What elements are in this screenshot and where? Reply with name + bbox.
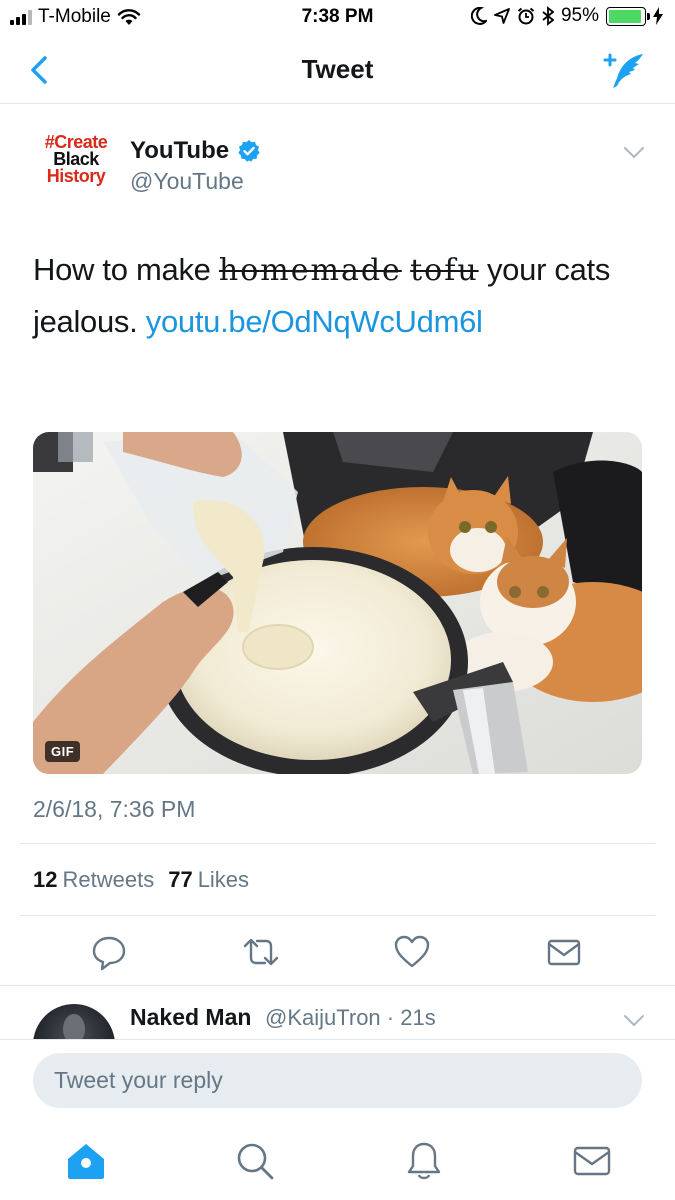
chevron-down-icon[interactable] bbox=[623, 1014, 645, 1028]
battery-percent: 95% bbox=[560, 5, 599, 26]
retweets-label: Retweets bbox=[62, 867, 155, 892]
divider bbox=[20, 915, 655, 916]
tweet-gif-media[interactable]: GIF bbox=[33, 432, 642, 774]
author-name-text: YouTube bbox=[130, 137, 230, 164]
direct-message-icon[interactable] bbox=[544, 932, 584, 972]
tweet-stats: 12 Retweets 77 Likes bbox=[33, 867, 249, 893]
chevron-down-icon[interactable] bbox=[623, 146, 645, 160]
gif-badge: GIF bbox=[45, 741, 81, 762]
location-icon bbox=[494, 8, 510, 24]
retweets-stat[interactable]: 12 Retweets bbox=[33, 867, 154, 893]
reply-icon[interactable] bbox=[89, 932, 129, 972]
retweet-icon[interactable] bbox=[241, 932, 281, 972]
charging-icon bbox=[653, 7, 663, 25]
likes-label: Likes bbox=[197, 867, 250, 892]
avatar-line-3: History bbox=[46, 166, 106, 186]
moon-icon bbox=[470, 7, 487, 25]
battery-icon bbox=[606, 6, 650, 26]
divider bbox=[20, 843, 655, 844]
likes-count: 77 bbox=[168, 867, 193, 892]
nav-bar: Tweet bbox=[0, 36, 675, 104]
strikethrough-word-2: tofu bbox=[410, 253, 479, 288]
tweet-timestamp: 2/6/18, 7:36 PM bbox=[33, 796, 196, 822]
messages-icon[interactable] bbox=[570, 1139, 614, 1183]
page-title: Tweet bbox=[301, 54, 374, 84]
reply-item[interactable]: Naked Man @KaijuTron · 21s bbox=[0, 985, 675, 1040]
reply-input[interactable] bbox=[33, 1053, 642, 1108]
strikethrough-word-1: homemade bbox=[218, 253, 402, 288]
retweets-count: 12 bbox=[33, 867, 58, 892]
tweet-text: How to make homemade tofu your cats jeal… bbox=[33, 244, 643, 347]
status-right: 95% bbox=[470, 5, 663, 27]
tweet-text-prefix: How to make bbox=[33, 252, 219, 287]
compose-tweet-icon[interactable] bbox=[601, 48, 647, 92]
likes-stat[interactable]: 77 Likes bbox=[168, 867, 249, 893]
tweet-actions bbox=[0, 930, 675, 976]
alarm-icon bbox=[517, 7, 535, 25]
notifications-icon[interactable] bbox=[402, 1139, 446, 1183]
like-icon[interactable] bbox=[392, 932, 432, 972]
gif-preview-image bbox=[33, 432, 642, 774]
author-handle[interactable]: @YouTube bbox=[130, 168, 244, 195]
bluetooth-icon bbox=[542, 6, 554, 26]
tab-bar bbox=[0, 1129, 675, 1200]
verified-badge-icon bbox=[238, 140, 260, 162]
status-bar: T-Mobile 7:38 PM 95% bbox=[0, 0, 675, 36]
reply-avatar[interactable] bbox=[33, 1004, 115, 1040]
author-avatar[interactable]: #Create Black History bbox=[36, 133, 116, 206]
reply-composer bbox=[0, 1039, 675, 1129]
reply-author-handle: @KaijuTron · 21s bbox=[265, 1005, 436, 1030]
author-name[interactable]: YouTube bbox=[130, 137, 261, 165]
tweet-link[interactable]: youtu.be/​OdNqWcUdm6l bbox=[146, 304, 483, 339]
search-icon[interactable] bbox=[233, 1139, 277, 1183]
reply-author-name[interactable]: Naked Man bbox=[130, 1004, 251, 1031]
home-icon[interactable] bbox=[64, 1139, 108, 1183]
